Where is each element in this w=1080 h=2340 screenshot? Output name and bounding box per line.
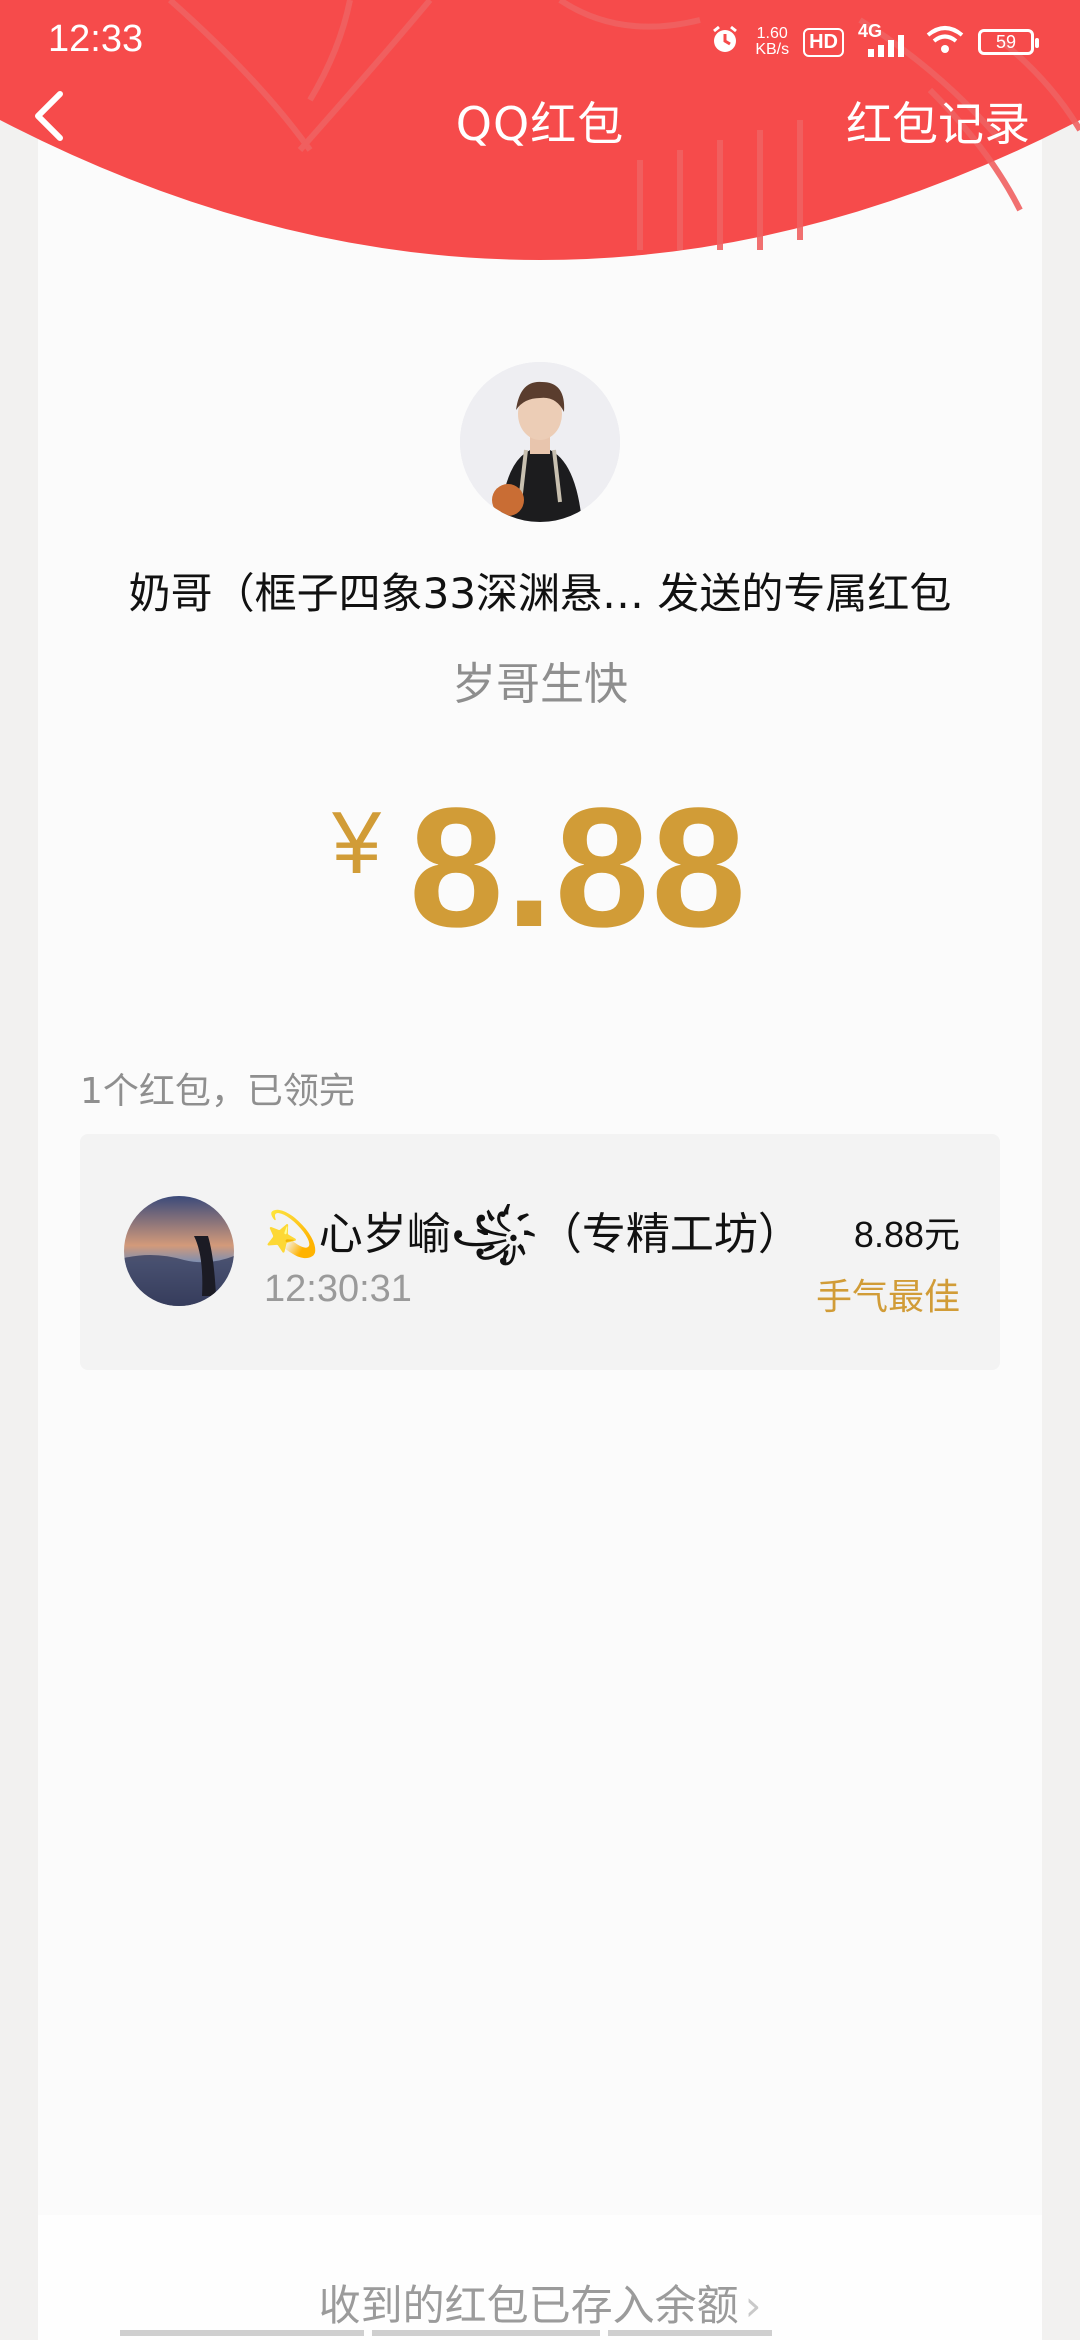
sender-line: 奶哥（框子四象33深渊悬… 发送的专属红包 (128, 569, 952, 618)
battery-icon: 59 (978, 29, 1039, 55)
net-speed-value: 1.60 (756, 25, 788, 42)
chevron-right-icon: › (744, 2281, 762, 2330)
greeting-message: 岁哥生快 (452, 659, 628, 710)
wifi-icon (926, 25, 964, 59)
receive-amount: 8.88元 (853, 1214, 960, 1255)
currency-symbol: ¥ (332, 793, 382, 892)
alarm-icon (709, 24, 741, 60)
best-luck-badge: 手气最佳 (815, 1277, 960, 1318)
balance-notice-link[interactable]: 收到的红包已存入余额 › (0, 2272, 1080, 2333)
balance-notice-label: 收到的红包已存入余额 (318, 2281, 739, 2330)
status-bar: 12:33 1.60 KB/s HD 4G 59 (0, 0, 1080, 82)
divider-segment (372, 2330, 600, 2336)
divider-segment (120, 2330, 364, 2336)
divider-segment (608, 2330, 772, 2336)
status-icons: 1.60 KB/s HD 4G 59 (709, 21, 1039, 62)
net-speed-unit: KB/s (755, 41, 790, 58)
receiver-avatar[interactable] (124, 1196, 234, 1306)
nav-bar: QQ红包 红包记录 (0, 82, 1080, 182)
footer-divider (120, 2330, 960, 2336)
receiver-list: 💫心岁崳꧁҉（专精工坊） 12:30:31 8.88元 手气最佳 (80, 1134, 1000, 1370)
amount-display: ¥8.88 (0, 770, 1080, 966)
packet-record-link[interactable]: 红包记录 (846, 88, 1030, 154)
net-speed: 1.60 KB/s (755, 26, 789, 58)
receive-time: 12:30:31 (264, 1268, 412, 1310)
signal-icon: 4G (858, 21, 912, 59)
hd-badge: HD (803, 27, 844, 57)
sender-avatar[interactable] (460, 362, 620, 522)
status-time: 12:33 (48, 18, 144, 60)
packet-summary: 1个红包，已领完 (80, 1071, 355, 1112)
amount-value: 8.88 (409, 773, 748, 963)
